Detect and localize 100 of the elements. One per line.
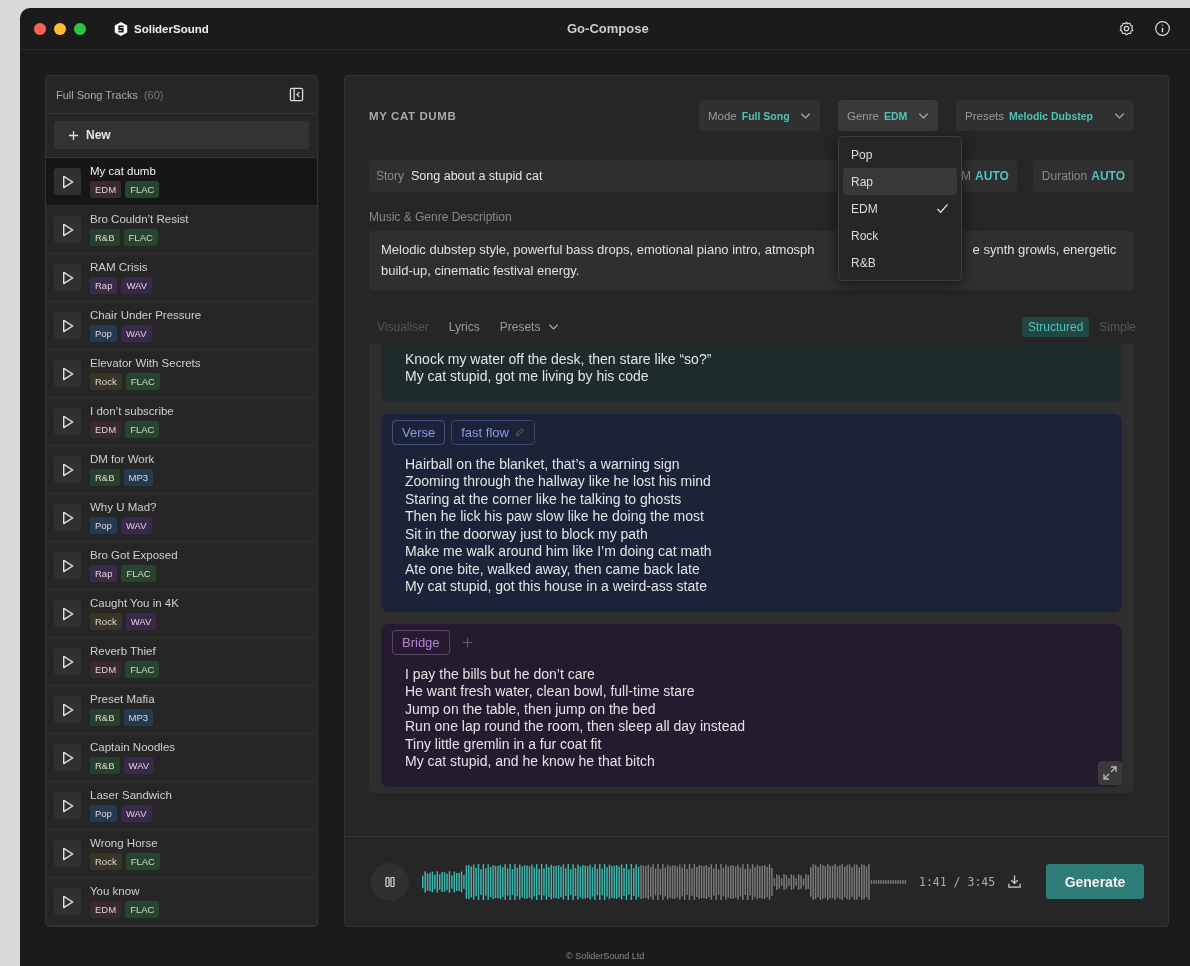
play-button[interactable]	[54, 168, 81, 195]
track-item[interactable]: I don’t subscribe EDM FLAC	[46, 398, 317, 446]
chevron-down-icon	[800, 111, 811, 120]
track-tag: FLAC	[121, 565, 156, 582]
pencil-icon	[514, 427, 525, 438]
setting-field[interactable]: Duration AUTO	[1032, 160, 1134, 192]
play-icon	[61, 654, 74, 669]
track-tag: FLAC	[125, 421, 160, 438]
waveform-track[interactable]	[422, 861, 907, 902]
lyric-line: Staring at the corner like he talking to ghosts	[405, 490, 683, 509]
settings-icon[interactable]	[1118, 20, 1135, 37]
playback-time: 1:41 / 3:45	[919, 874, 996, 889]
story-field[interactable]: Story Song about a stupid cat	[369, 160, 837, 192]
track-tag: FLAC	[125, 181, 160, 198]
zoom-window-button[interactable]	[74, 22, 86, 35]
lyric-line: Then he lick his paw slow like he doing the most	[405, 508, 705, 526]
play-button[interactable]	[54, 408, 81, 435]
dropdown-button[interactable]: Mode Full Song	[699, 100, 820, 131]
play-button[interactable]	[54, 264, 81, 291]
menu-option[interactable]: R&B	[843, 249, 957, 276]
tab[interactable]: Presets	[499, 320, 560, 335]
menu-option[interactable]: Rap	[843, 168, 957, 195]
track-tag: R&B	[90, 229, 120, 246]
menu-option[interactable]: EDM	[843, 195, 957, 222]
chevron-down-icon	[918, 111, 929, 120]
track-item[interactable]: Laser Sandwich Pop WAV	[46, 782, 317, 830]
track-item[interactable]: Chair Under Pressure Pop WAV	[46, 302, 317, 350]
play-button[interactable]	[54, 696, 81, 723]
view-mode-toggle[interactable]: Structured	[1021, 317, 1090, 338]
section-tag[interactable]: Bridge	[392, 629, 450, 655]
track-title: Bro Got Exposed	[90, 549, 178, 561]
play-button[interactable]	[54, 888, 81, 915]
lyric-line: Zooming through the hallway like he lost his mind	[405, 473, 712, 491]
hexagon-logo-icon	[113, 20, 129, 37]
track-tag: R&B	[90, 709, 120, 726]
play-button[interactable]	[54, 456, 81, 483]
play-button[interactable]	[54, 744, 81, 771]
play-button[interactable]	[54, 792, 81, 819]
track-count: (60)	[143, 88, 164, 101]
section-tag[interactable]: Verse	[392, 419, 446, 445]
play-button[interactable]	[54, 552, 81, 579]
track-item[interactable]: Captain Noodles R&B WAV	[46, 734, 317, 782]
track-item[interactable]: Preset Mafia R&B MP3	[46, 686, 317, 734]
dropdown-button[interactable]: Genre EDM	[838, 100, 938, 131]
track-tag: MP3	[123, 709, 154, 726]
track-tag: WAV	[125, 613, 157, 630]
new-track-button[interactable]: New	[54, 121, 309, 149]
add-icon[interactable]	[461, 636, 473, 648]
track-tag: FLAC	[125, 661, 160, 678]
track-item[interactable]: My cat dumb EDM FLAC	[46, 158, 317, 206]
track-item[interactable]: Reverb Thief EDM FLAC	[46, 638, 317, 686]
track-item[interactable]: Wrong Horse Rock FLAC	[46, 830, 317, 878]
track-title: Bro Couldn’t Resist	[90, 213, 189, 225]
track-title: DM for Work	[90, 453, 155, 465]
play-button[interactable]	[54, 648, 81, 675]
track-item[interactable]: DM for Work R&B MP3	[46, 446, 317, 494]
play-button[interactable]	[54, 360, 81, 387]
song-title: MY CAT DUMB	[369, 109, 457, 122]
pause-icon	[384, 875, 396, 888]
download-icon[interactable]	[1007, 874, 1023, 890]
track-item[interactable]: Bro Got Exposed Rap FLAC	[46, 542, 317, 590]
track-tag: Rock	[90, 373, 122, 390]
track-title: Preset Mafia	[90, 693, 155, 705]
panel-title: Full Song Tracks	[56, 88, 138, 101]
play-icon	[61, 798, 74, 813]
track-item[interactable]: Bro Couldn’t Resist R&B FLAC	[46, 206, 317, 254]
play-button[interactable]	[54, 600, 81, 627]
play-button[interactable]	[54, 840, 81, 867]
play-icon	[61, 318, 74, 333]
play-button[interactable]	[54, 504, 81, 531]
track-item[interactable]: You know EDM FLAC	[46, 878, 317, 926]
playback-button[interactable]	[371, 862, 409, 901]
play-icon	[61, 366, 74, 381]
track-tag: WAV	[120, 325, 152, 342]
menu-option[interactable]: Pop	[843, 141, 957, 168]
track-tag: FLAC	[125, 901, 160, 918]
track-item[interactable]: RAM Crisis Rap WAV	[46, 254, 317, 302]
expand-icon[interactable]	[1098, 761, 1122, 786]
tab[interactable]: Lyrics	[448, 320, 480, 335]
track-item[interactable]: Elevator With Secrets Rock FLAC	[46, 350, 317, 398]
lyric-line: My cat stupid, and he know he that bitch	[405, 753, 656, 771]
close-window-button[interactable]	[34, 22, 46, 35]
track-item[interactable]: Caught You in 4K Rock WAV	[46, 590, 317, 638]
play-button[interactable]	[54, 312, 81, 339]
track-tag: Pop	[90, 805, 117, 822]
track-title: Chair Under Pressure	[90, 309, 202, 321]
generate-button[interactable]: Generate	[1046, 864, 1144, 900]
lyric-line: Jump on the table, then jump on the bed	[405, 700, 657, 719]
play-icon	[61, 846, 74, 861]
track-item[interactable]: Why U Mad? Pop WAV	[46, 494, 317, 542]
track-tag: Pop	[90, 517, 117, 534]
dropdown-button[interactable]: Presets Melodic Dubstep	[956, 100, 1134, 131]
play-icon	[61, 174, 74, 189]
section-note[interactable]: fast flow	[451, 419, 535, 445]
minimize-window-button[interactable]	[54, 22, 66, 35]
info-icon[interactable]	[1154, 20, 1171, 37]
play-button[interactable]	[54, 216, 81, 243]
track-title: My cat dumb	[90, 165, 157, 177]
collapse-sidebar-icon[interactable]	[289, 87, 304, 102]
track-title: Laser Sandwich	[90, 789, 172, 801]
